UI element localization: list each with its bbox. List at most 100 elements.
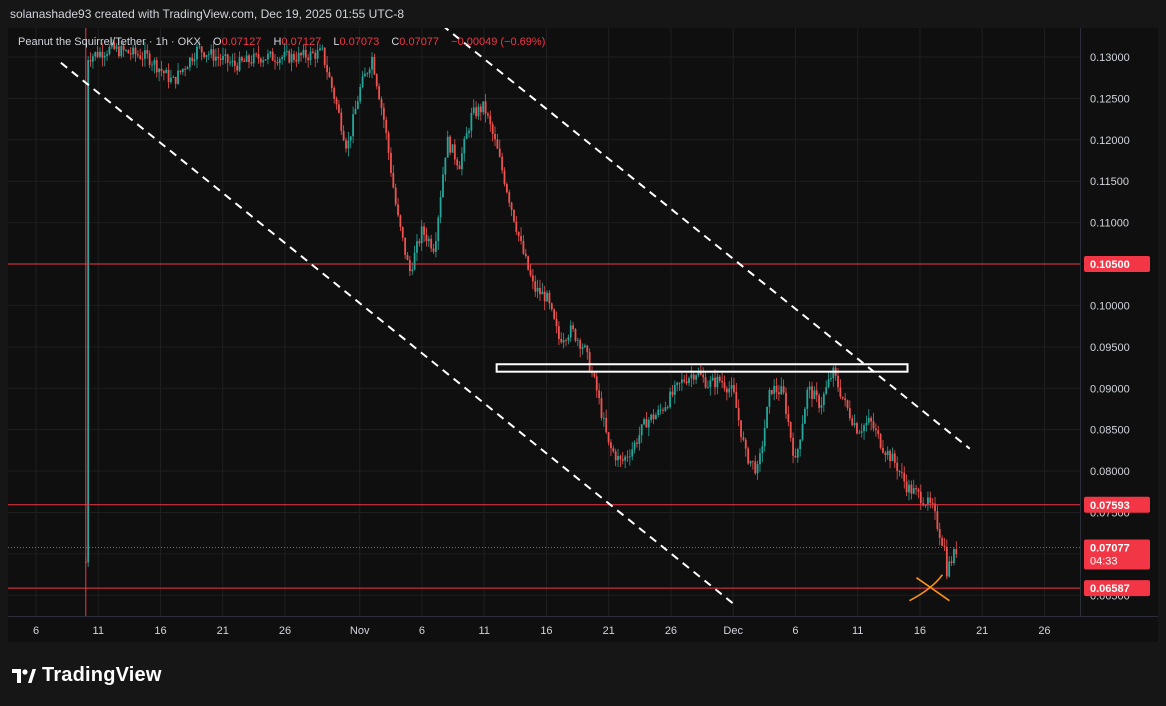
- candle-body: [491, 124, 494, 135]
- price-tick-label: 0.10000: [1090, 300, 1130, 312]
- candle-body: [749, 460, 752, 464]
- candle-body: [219, 58, 222, 60]
- candle-body: [806, 389, 809, 409]
- candle-body: [707, 386, 709, 388]
- price-tick-label: 0.09000: [1090, 383, 1130, 395]
- candle-body: [475, 107, 478, 117]
- candle-body: [636, 442, 638, 444]
- candle-body: [704, 377, 707, 388]
- candle-body: [761, 446, 764, 454]
- time-tick-label: Dec: [723, 625, 743, 637]
- candle-body: [371, 56, 373, 70]
- candle-body: [385, 119, 388, 133]
- candle-body: [777, 392, 780, 395]
- legend-exchange: OKX: [177, 36, 201, 48]
- candle-body: [775, 385, 778, 393]
- candle-body: [912, 488, 915, 494]
- candle-body: [191, 57, 194, 62]
- candle-body: [558, 326, 560, 339]
- candle-body: [792, 437, 794, 456]
- candle-body: [539, 287, 541, 295]
- candle-body: [333, 87, 336, 99]
- candle-body: [626, 456, 629, 458]
- candle-body: [479, 106, 482, 113]
- candle-body: [101, 51, 104, 58]
- candle-body: [903, 472, 906, 482]
- candle-body: [181, 68, 184, 72]
- candle-body: [236, 65, 239, 71]
- candle-body: [841, 396, 844, 399]
- candle-body: [550, 303, 553, 310]
- candle-body: [908, 484, 910, 493]
- candle-body: [134, 47, 137, 55]
- candle-body: [711, 377, 714, 381]
- candle-body: [941, 537, 944, 546]
- candle-body: [453, 144, 456, 160]
- candle-body: [945, 547, 948, 577]
- candle-body: [496, 139, 499, 149]
- chart-frame[interactable]: 0.13000 0.12500 0.12000 0.11500 0.11000 0.105…: [8, 28, 1158, 642]
- legend-change: −0.00049 (−0.69%): [451, 36, 546, 48]
- candle-body: [610, 442, 612, 449]
- candle-body: [692, 374, 695, 380]
- candle-body: [269, 51, 272, 54]
- candle-body: [257, 53, 260, 59]
- candle-body: [132, 47, 135, 55]
- candle-body: [605, 417, 608, 433]
- candle-body: [787, 413, 790, 423]
- candle-body: [754, 461, 757, 474]
- candle-body: [832, 367, 835, 379]
- candle-body: [690, 374, 693, 379]
- candle-body: [442, 174, 444, 198]
- candle-body: [848, 408, 851, 419]
- candle-body: [919, 491, 922, 504]
- candle-body: [678, 382, 681, 384]
- candle-body: [588, 352, 591, 373]
- candle-body: [245, 55, 248, 62]
- candle-body: [248, 55, 250, 63]
- candle-body: [915, 488, 917, 490]
- candle-body: [193, 59, 196, 62]
- candle-body: [681, 379, 683, 383]
- candle-body: [619, 455, 622, 460]
- candle-body: [900, 471, 903, 473]
- candle-body: [174, 76, 177, 84]
- candle-body: [742, 437, 745, 440]
- header-bar: solanashade93 created with TradingView.c…: [0, 0, 1166, 28]
- candle-body: [709, 380, 712, 387]
- symbol-legend: Peanut the Squirrel/Tether · 1h · OKX O0…: [18, 36, 546, 48]
- candle-body: [444, 157, 447, 175]
- time-tick-label: 11: [478, 625, 489, 637]
- legend-close-value: 0.07077: [399, 36, 440, 48]
- candle-body: [676, 382, 679, 385]
- candle-body: [728, 388, 731, 393]
- candle-body: [811, 386, 813, 399]
- candle-body: [215, 56, 217, 61]
- candle-body: [458, 165, 461, 170]
- candle-body: [127, 50, 130, 54]
- candle-body: [241, 57, 243, 61]
- time-tick-label: 21: [603, 625, 615, 637]
- candle-body: [628, 456, 631, 458]
- candle-body: [510, 202, 513, 210]
- candle-body: [818, 395, 821, 408]
- candle-body: [129, 53, 132, 55]
- candle-body: [953, 549, 955, 563]
- candle-body: [451, 144, 454, 153]
- candle-body: [406, 254, 409, 261]
- candle-body: [352, 114, 355, 137]
- time-tick-label: 16: [154, 625, 166, 637]
- candle-body: [91, 56, 94, 62]
- candle-body: [865, 422, 868, 426]
- candle-body: [328, 72, 331, 78]
- tradingview-logo[interactable]: TradingView: [12, 664, 162, 687]
- candle-body: [815, 390, 818, 396]
- candle-body: [99, 51, 101, 57]
- candle-body: [359, 87, 362, 102]
- candle-body: [196, 46, 198, 60]
- candle-body: [297, 52, 300, 62]
- candlestick-chart[interactable]: 0.13000 0.12500 0.12000 0.11500 0.11000 0.105…: [8, 28, 1158, 642]
- candle-body: [863, 425, 865, 432]
- candle-body: [856, 423, 858, 434]
- candle-body: [702, 374, 705, 378]
